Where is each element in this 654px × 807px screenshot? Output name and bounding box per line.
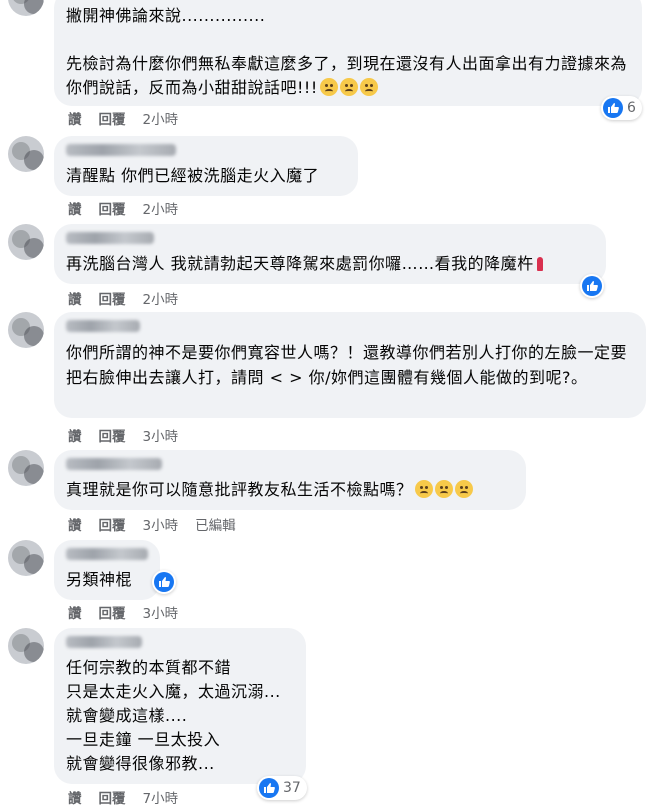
reply-link[interactable]: 回覆	[99, 288, 126, 308]
frown-emoji-icon	[414, 480, 433, 498]
comment-bubble: 真理就是你可以隨意批評教友私生活不檢點嗎？	[54, 450, 526, 510]
comment-text: 清醒點 你們已經被洗腦走火入魔了	[66, 166, 320, 185]
lipstick-emoji-icon	[536, 257, 543, 271]
author-name[interactable]	[66, 144, 176, 156]
like-reaction-icon	[603, 98, 623, 118]
comment-text: 撇開神佛論來說............... 先檢討為什麼你們無私奉獻這麼多了，…	[66, 6, 628, 97]
crying-emoji-icon	[319, 78, 338, 96]
reaction-count[interactable]	[580, 274, 604, 298]
timestamp[interactable]: 3小時	[143, 602, 179, 622]
crying-emoji-icon	[359, 78, 378, 96]
author-name[interactable]	[66, 458, 162, 470]
reaction-count[interactable]	[152, 570, 176, 594]
author-name[interactable]	[66, 320, 140, 332]
crying-emoji-icon	[339, 78, 358, 96]
reaction-number: 6	[627, 100, 636, 116]
reply-link[interactable]: 回覆	[99, 602, 126, 622]
timestamp[interactable]: 2小時	[143, 198, 179, 218]
like-link[interactable]: 讚	[68, 425, 82, 445]
reply-link[interactable]: 回覆	[99, 108, 126, 128]
like-reaction-icon	[154, 572, 174, 592]
timestamp[interactable]: 7小時	[143, 787, 179, 807]
comment-text: 任何宗教的本質都不錯 只是太走火入魔，太過沉溺... 就會變成這樣.... 一旦…	[66, 658, 281, 773]
reaction-number: 37	[283, 780, 301, 796]
like-link[interactable]: 讚	[68, 108, 82, 128]
avatar[interactable]	[8, 0, 44, 16]
comment-actions: 讚 回覆 2小時	[68, 198, 178, 218]
comment-text: 真理就是你可以隨意批評教友私生活不檢點嗎？	[66, 478, 514, 502]
avatar[interactable]	[8, 628, 44, 664]
avatar[interactable]	[8, 540, 44, 576]
like-link[interactable]: 讚	[68, 288, 82, 308]
timestamp[interactable]: 2小時	[143, 108, 179, 128]
frown-emoji-icon	[434, 480, 453, 498]
comment-text: 再洗腦台灣人 我就請勃起天尊降駕來處罰你囉……看我的降魔杵	[66, 252, 594, 276]
reply-link[interactable]: 回覆	[99, 787, 126, 807]
comment-actions: 讚 回覆 2小時	[68, 288, 178, 308]
like-link[interactable]: 讚	[68, 787, 82, 807]
comment-actions: 讚 回覆 3小時 已編輯	[68, 514, 236, 534]
author-name[interactable]	[66, 232, 154, 244]
comment-bubble: 清醒點 你們已經被洗腦走火入魔了	[54, 136, 358, 196]
frown-emoji-icon	[454, 480, 473, 498]
author-name[interactable]	[66, 548, 148, 560]
like-link[interactable]: 讚	[68, 602, 82, 622]
like-reaction-icon	[582, 276, 602, 296]
reaction-count[interactable]: 37	[257, 776, 307, 800]
avatar[interactable]	[8, 224, 44, 260]
timestamp[interactable]: 3小時	[143, 514, 179, 534]
author-name[interactable]	[66, 636, 142, 648]
like-reaction-icon	[259, 778, 279, 798]
comment-bubble: 你們所謂的神不是要你們寬容世人嗎？！還教導你們若別人打你的左臉一定要把右臉伸出去…	[54, 312, 646, 418]
reply-link[interactable]: 回覆	[99, 514, 126, 534]
timestamp[interactable]: 2小時	[143, 288, 179, 308]
comment-actions: 讚 回覆 2小時	[68, 108, 178, 128]
avatar[interactable]	[8, 450, 44, 486]
comment-bubble: 撇開神佛論來說............... 先檢討為什麼你們無私奉獻這麼多了，…	[54, 0, 642, 106]
timestamp[interactable]: 3小時	[143, 425, 179, 445]
comment-bubble: 任何宗教的本質都不錯 只是太走火入魔，太過沉溺... 就會變成這樣.... 一旦…	[54, 628, 306, 784]
comment-actions: 讚 回覆 3小時	[68, 602, 178, 622]
comment-text: 你們所謂的神不是要你們寬容世人嗎？！還教導你們若別人打你的左臉一定要把右臉伸出去…	[66, 343, 628, 387]
comment-actions: 讚 回覆 3小時	[68, 425, 178, 445]
comment-actions: 讚 回覆 7小時	[68, 787, 178, 807]
comment-text: 另類神棍	[66, 570, 133, 589]
reply-link[interactable]: 回覆	[99, 425, 126, 445]
reaction-count[interactable]: 6	[601, 96, 642, 120]
avatar[interactable]	[8, 312, 44, 348]
comment-bubble: 再洗腦台灣人 我就請勃起天尊降駕來處罰你囉……看我的降魔杵	[54, 224, 606, 284]
like-link[interactable]: 讚	[68, 198, 82, 218]
reply-link[interactable]: 回覆	[99, 198, 126, 218]
edited-label[interactable]: 已編輯	[195, 514, 236, 534]
like-link[interactable]: 讚	[68, 514, 82, 534]
comment-bubble: 另類神棍	[54, 540, 160, 600]
avatar[interactable]	[8, 136, 44, 172]
